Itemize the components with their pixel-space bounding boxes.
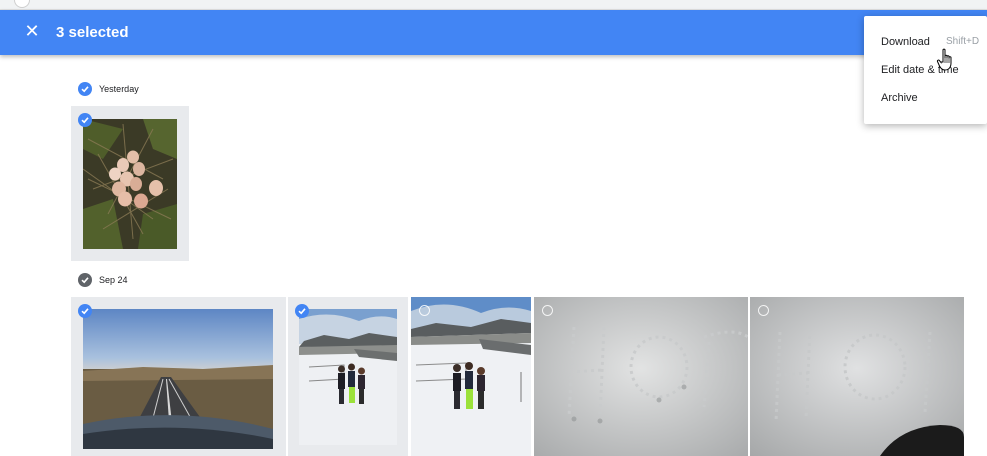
selected-check-icon[interactable] [295,304,309,318]
selected-check-icon[interactable] [78,113,92,127]
photo-eggs-in-nest [83,119,177,249]
photo-snow-letters [534,297,748,456]
photo-tile[interactable] [750,297,964,456]
photo-people-in-snow [299,309,397,445]
menu-item-download[interactable]: Download Shift+D [864,28,987,56]
selected-check-icon[interactable] [78,304,92,318]
group-check-icon[interactable] [78,82,92,96]
date-label: Yesterday [99,84,139,94]
select-circle-icon[interactable] [419,305,430,316]
photo-tile[interactable] [71,297,286,456]
search-field-edge [14,0,30,8]
photo-snow-letters [750,297,964,456]
photo-tile[interactable] [71,106,189,261]
hand-cursor-icon [936,48,952,71]
browser-top-strip [0,0,987,10]
date-header-yesterday: Yesterday [78,81,278,101]
selection-bar: ✕ 3 selected [0,10,987,55]
menu-item-label: Archive [881,92,918,104]
photo-tile[interactable] [411,297,531,456]
date-label: Sep 24 [99,275,128,285]
menu-item-archive[interactable]: Archive [864,84,987,112]
more-options-menu: Download Shift+D Edit date & time Archiv… [864,16,987,124]
select-circle-icon[interactable] [758,305,769,316]
date-header-sep-24: Sep 24 [78,272,278,292]
select-circle-icon[interactable] [542,305,553,316]
group-check-icon[interactable] [78,273,92,287]
selected-count: 3 selected [56,24,129,41]
menu-item-label: Download [881,36,930,48]
photo-road-landscape [83,309,273,449]
photo-tile[interactable] [288,297,408,456]
menu-item-edit-date-time[interactable]: Edit date & time [864,56,987,84]
photo-people-in-snow [411,297,531,456]
close-icon[interactable]: ✕ [22,22,42,42]
photo-tile[interactable] [534,297,748,456]
